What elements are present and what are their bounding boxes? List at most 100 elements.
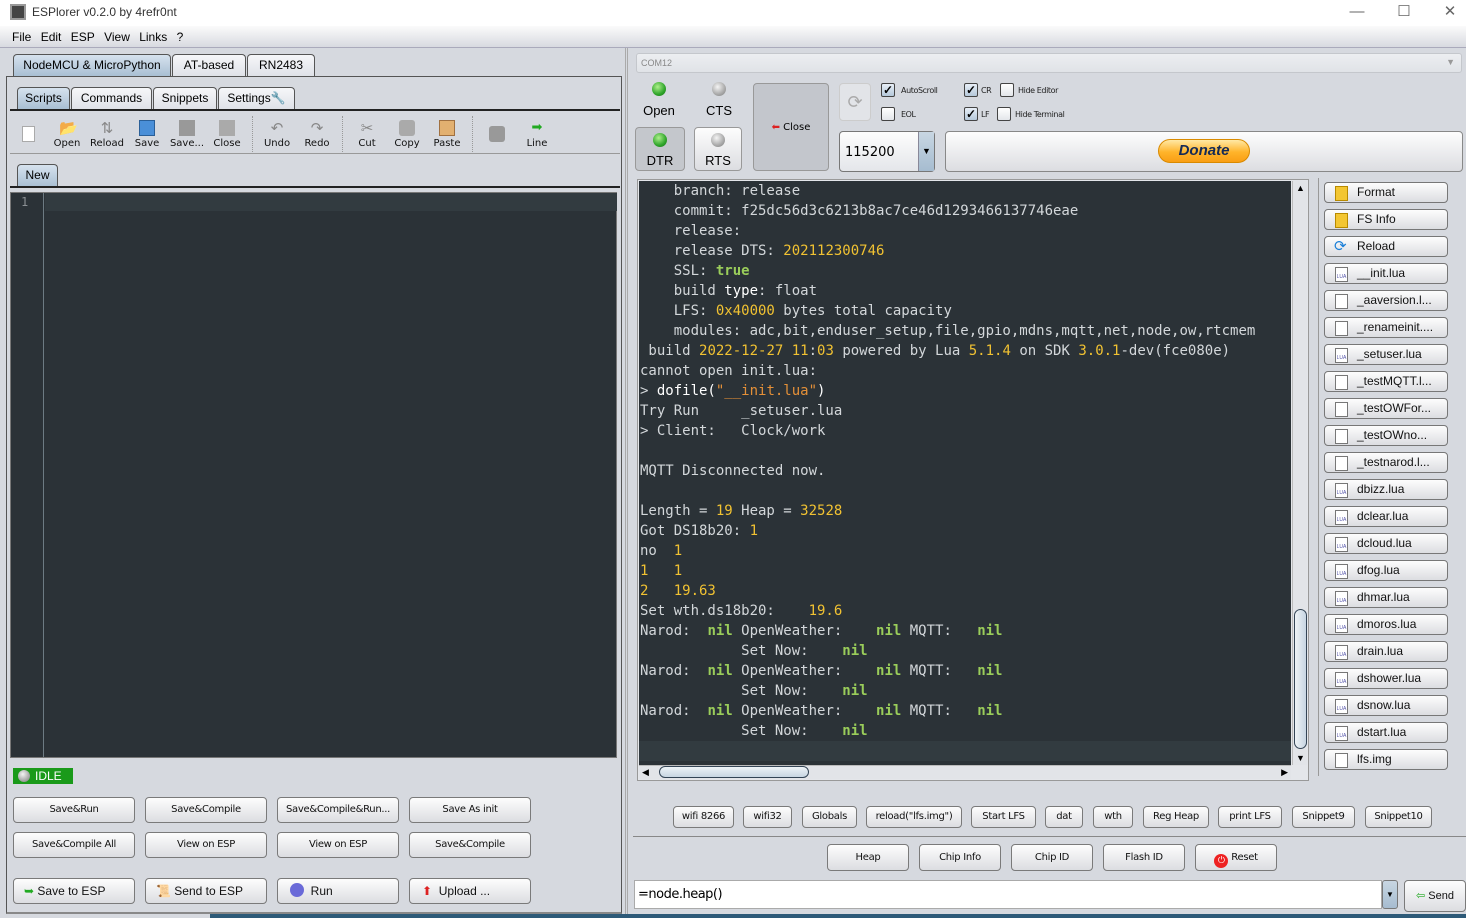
snippet-button[interactable]: reload("lfs.img") bbox=[866, 806, 962, 828]
file-button[interactable]: LUA __init.lua bbox=[1324, 263, 1448, 284]
dtr-toggle[interactable]: DTR bbox=[635, 127, 685, 171]
refresh-ports-button[interactable]: ⟳ bbox=[839, 83, 871, 121]
file-button[interactable]: LUA dshower.lua bbox=[1324, 668, 1448, 689]
file-button[interactable]: LUA dstart.lua bbox=[1324, 722, 1448, 743]
vscroll-thumb[interactable] bbox=[1294, 609, 1307, 749]
toolbar-reload[interactable]: ⇅ Reload bbox=[87, 118, 127, 158]
menu-view[interactable]: View bbox=[101, 26, 133, 44]
view-on-esp-button[interactable]: View on ESP bbox=[145, 832, 267, 858]
fs-info-button[interactable]: FS Info bbox=[1324, 209, 1448, 230]
view-on-esp-button-2[interactable]: View on ESP bbox=[277, 832, 399, 858]
snippet-button[interactable]: dat bbox=[1045, 806, 1083, 828]
toolbar-save-as[interactable]: Save... bbox=[167, 118, 207, 158]
save-run-button[interactable]: Save&Run bbox=[13, 797, 135, 823]
file-button[interactable]: _testOWno... bbox=[1324, 425, 1448, 446]
hscroll-thumb[interactable] bbox=[659, 766, 809, 778]
file-button[interactable]: _aaversion.l... bbox=[1324, 290, 1448, 311]
file-button[interactable]: LUA dbizz.lua bbox=[1324, 479, 1448, 500]
file-button[interactable]: LUA dmoros.lua bbox=[1324, 614, 1448, 635]
hide-editor-checkbox[interactable] bbox=[1000, 83, 1014, 97]
autoscroll-checkbox[interactable]: ✓ bbox=[881, 83, 895, 97]
donate-button[interactable]: Donate bbox=[1158, 139, 1250, 163]
toolbar-save[interactable]: Save bbox=[127, 118, 167, 158]
tab-snippets[interactable]: Snippets bbox=[153, 87, 217, 109]
tab-rn2483[interactable]: RN2483 bbox=[247, 54, 315, 76]
file-button[interactable]: _testnarod.l... bbox=[1324, 452, 1448, 473]
fs-reload-button[interactable]: ⟳ Reload bbox=[1324, 236, 1448, 257]
lf-checkbox[interactable]: ✓ bbox=[964, 107, 978, 121]
file-button[interactable]: LUA dcloud.lua bbox=[1324, 533, 1448, 554]
maximize-button[interactable]: ☐ bbox=[1381, 0, 1427, 26]
snippet-button[interactable]: Start LFS bbox=[971, 806, 1036, 828]
command-button-flash-id[interactable]: Flash ID bbox=[1103, 844, 1185, 871]
scroll-up-icon[interactable]: ▲ bbox=[1296, 183, 1305, 193]
menu-links[interactable]: Links bbox=[136, 26, 170, 44]
tab-commands[interactable]: Commands bbox=[71, 87, 152, 109]
command-button-heap[interactable]: Heap bbox=[827, 844, 909, 871]
file-button[interactable]: LUA dfog.lua bbox=[1324, 560, 1448, 581]
menu-edit[interactable]: Edit bbox=[38, 26, 65, 44]
command-button-chip-id[interactable]: Chip ID bbox=[1011, 844, 1093, 871]
tab-settings[interactable]: Settings🔧 bbox=[218, 87, 295, 109]
rts-toggle[interactable]: RTS bbox=[694, 127, 742, 171]
toolbar-copy[interactable]: Copy bbox=[387, 118, 427, 158]
toolbar-line[interactable]: ➡ Line bbox=[517, 118, 557, 158]
save-compile-run-button[interactable]: Save&Compile&Run... bbox=[277, 797, 399, 823]
close-port-button[interactable]: ⬅ Close bbox=[753, 83, 829, 171]
command-button-reset[interactable]: ⏻ Reset bbox=[1195, 844, 1277, 871]
menu-esp[interactable]: ESP bbox=[68, 26, 98, 44]
terminal-hscrollbar[interactable]: ◀ ▶ bbox=[639, 765, 1291, 779]
hide-terminal-checkbox[interactable] bbox=[997, 107, 1011, 121]
scroll-left-icon[interactable]: ◀ bbox=[642, 767, 649, 778]
snippet-button[interactable]: Snippet10 bbox=[1365, 806, 1432, 828]
port-select[interactable]: COM12 ▼ bbox=[636, 53, 1462, 73]
file-button[interactable]: LUA dsnow.lua bbox=[1324, 695, 1448, 716]
command-history-dropdown[interactable]: ▼ bbox=[1382, 880, 1398, 909]
cr-checkbox[interactable]: ✓ bbox=[964, 83, 978, 97]
scroll-right-icon[interactable]: ▶ bbox=[1281, 767, 1288, 778]
file-button[interactable]: _testMQTT.l... bbox=[1324, 371, 1448, 392]
toolbar-paste[interactable]: Paste bbox=[427, 118, 467, 158]
minimize-button[interactable]: — bbox=[1334, 0, 1380, 26]
save-compile-button[interactable]: Save&Compile bbox=[145, 797, 267, 823]
tab-scripts[interactable]: Scripts bbox=[17, 87, 70, 109]
upload-button[interactable]: ⬆ Upload ... bbox=[409, 878, 531, 904]
snippet-button[interactable]: Reg Heap bbox=[1143, 806, 1209, 828]
menu-file[interactable]: File bbox=[9, 26, 34, 44]
send-to-esp-button[interactable]: 📜 Send to ESP bbox=[145, 878, 267, 904]
baud-select[interactable]: 115200 ▼ bbox=[839, 131, 935, 172]
toolbar-redo[interactable]: ↷ Redo bbox=[297, 118, 337, 158]
save-as-init-button[interactable]: Save As init bbox=[409, 797, 531, 823]
toolbar-new[interactable] bbox=[8, 118, 48, 158]
command-input[interactable]: =node.heap() bbox=[634, 880, 1382, 909]
tab-nodemcu[interactable]: NodeMCU & MicroPython bbox=[13, 54, 171, 76]
snippet-button[interactable]: Snippet9 bbox=[1292, 806, 1355, 828]
command-button-chip-info[interactable]: Chip Info bbox=[919, 844, 1001, 871]
toolbar-close[interactable]: Close bbox=[207, 118, 247, 158]
file-button[interactable]: LUA drain.lua bbox=[1324, 641, 1448, 662]
snippet-button[interactable]: Globals bbox=[802, 806, 857, 828]
scroll-down-icon[interactable]: ▼ bbox=[1296, 753, 1305, 763]
snippet-button[interactable]: wifi32 bbox=[743, 806, 792, 828]
tab-new-file[interactable]: New bbox=[17, 164, 58, 187]
file-button[interactable]: lfs.img bbox=[1324, 749, 1448, 770]
terminal-vscrollbar[interactable]: ▲ ▼ bbox=[1292, 181, 1307, 765]
run-button[interactable]: Run bbox=[277, 878, 399, 904]
save-to-esp-button[interactable]: ➥ Save to ESP bbox=[13, 878, 135, 904]
file-button[interactable]: _renameinit.... bbox=[1324, 317, 1448, 338]
code-editor[interactable]: 1 bbox=[10, 192, 617, 758]
file-button[interactable]: _testOWFor... bbox=[1324, 398, 1448, 419]
file-button[interactable]: LUA dclear.lua bbox=[1324, 506, 1448, 527]
toolbar-open[interactable]: 📂 Open bbox=[47, 118, 87, 158]
toolbar-undo[interactable]: ↶ Undo bbox=[257, 118, 297, 158]
snippet-button[interactable]: print LFS bbox=[1218, 806, 1282, 828]
toolbar-cut[interactable]: ✂ Cut bbox=[347, 118, 387, 158]
format-button[interactable]: Format bbox=[1324, 182, 1448, 203]
file-button[interactable]: LUA _setuser.lua bbox=[1324, 344, 1448, 365]
menu-help[interactable]: ? bbox=[174, 26, 187, 44]
snippet-button[interactable]: wifi 8266 bbox=[673, 806, 734, 828]
eol-checkbox[interactable] bbox=[881, 107, 895, 121]
snippet-button[interactable]: wth bbox=[1093, 806, 1133, 828]
file-button[interactable]: LUA dhmar.lua bbox=[1324, 587, 1448, 608]
save-compile-button-2[interactable]: Save&Compile bbox=[409, 832, 531, 858]
